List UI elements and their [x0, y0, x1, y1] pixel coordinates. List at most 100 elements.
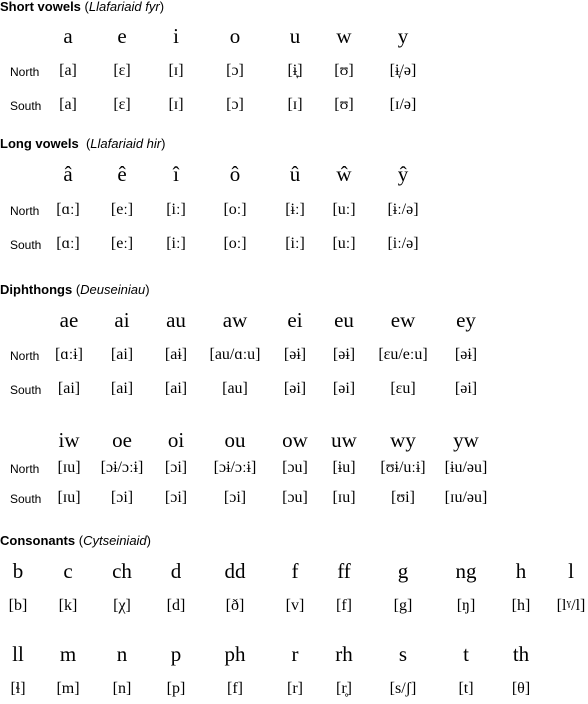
ipa-cell: [ɪ/ə]	[389, 96, 417, 113]
ipa-cell: [au]	[222, 380, 248, 397]
ipa-cell: [iː]	[166, 235, 186, 252]
consonants-heading: Consonants (Cytseiniaid)	[0, 533, 152, 548]
long-vowels-heading: Long vowels (Llafariaid hir)	[0, 136, 166, 151]
letter-cell: y	[397, 24, 409, 48]
ipa-cell: [r]	[287, 680, 303, 697]
ipa-cell: [t]	[458, 680, 474, 697]
ipa-cell: [eː]	[110, 201, 134, 218]
ipa-cell: [ɔi]	[223, 489, 247, 506]
ipa-cell: [əɨ]	[332, 346, 356, 363]
ipa-cell: [s/ʃ]	[389, 680, 417, 697]
ipa-cell: [ɨu]	[332, 459, 356, 476]
ipa-cell: [ɨː/ə]	[387, 201, 419, 218]
ipa-cell: [b]	[8, 597, 28, 614]
dialect-label: South	[10, 238, 42, 252]
ipa-cell: [ʊ]	[334, 62, 354, 79]
letter-cell: ch	[112, 559, 132, 583]
ipa-cell: [a]	[59, 62, 77, 79]
letter-cell: g	[397, 559, 409, 583]
letter-cell: î	[173, 162, 179, 186]
ipa-cell: [əi]	[332, 380, 356, 397]
letter-cell: ll	[12, 642, 24, 666]
letter-cell: e	[117, 24, 127, 48]
ipa-cell: [ai]	[164, 380, 188, 397]
letter-cell: ŷ	[397, 162, 409, 186]
ipa-cell: [ŋ]	[456, 597, 476, 614]
ipa-cell: [ɔi]	[110, 489, 134, 506]
letter-cell: l	[568, 559, 574, 583]
letter-cell: c	[63, 559, 73, 583]
ipa-cell: [oː]	[223, 201, 247, 218]
letter-cell: n	[116, 642, 128, 666]
letter-cell: ey	[456, 308, 476, 332]
letter-cell: iw	[58, 428, 80, 452]
ipa-cell: [f]	[336, 597, 352, 614]
ipa-cell: [əi]	[454, 380, 478, 397]
ipa-cell: [ɪu]	[332, 489, 356, 506]
ipa-cell: [ɨ̞/ə]	[389, 62, 417, 79]
ipa-cell: [ʊi]	[391, 489, 415, 506]
ipa-cell: [m]	[56, 680, 80, 697]
ipa-cell: [ð]	[225, 597, 245, 614]
letter-cell: ô	[229, 162, 241, 186]
section-subtitle: Llafariaid hir	[90, 136, 162, 151]
ipa-cell: [ɔ]	[226, 96, 244, 113]
ipa-cell: [ʊɨ/uːɨ]	[380, 459, 426, 476]
ipa-cell: [ɛu/eːu]	[378, 346, 428, 363]
ipa-cell: [k]	[58, 597, 78, 614]
letter-cell: ph	[224, 642, 246, 666]
letter-cell: h	[515, 559, 527, 583]
ipa-cell: [au/ɑːu]	[209, 346, 261, 363]
ipa-cell: [əi]	[283, 380, 307, 397]
ipa-cell: [ɛ]	[113, 96, 131, 113]
ipa-cell: [χ]	[113, 597, 131, 614]
ipa-cell: [ɪu/əu]	[444, 489, 488, 506]
section-title: Consonants	[0, 533, 76, 548]
dialect-label: South	[10, 383, 42, 397]
ipa-cell: [əɨ]	[454, 346, 478, 363]
letter-cell: ŵ	[336, 162, 352, 186]
letter-cell: dd	[224, 559, 246, 583]
ipa-cell: [ɔi]	[164, 489, 188, 506]
letter-cell: d	[170, 559, 182, 583]
ipa-cell: [h]	[511, 597, 531, 614]
letter-cell: o	[229, 24, 241, 48]
section-title: Long vowels	[0, 136, 79, 151]
ipa-cell: [ɪ]	[168, 96, 184, 113]
ipa-cell: [r̥]	[336, 680, 352, 697]
ipa-cell: [θ]	[511, 680, 531, 697]
ipa-cell: [ɔu]	[282, 489, 308, 506]
letter-cell: ou	[224, 428, 246, 452]
ipa-cell: [ɨu/əu]	[444, 459, 488, 476]
ipa-cell: [ai]	[110, 346, 134, 363]
ipa-cell: [ɔɨ/ɔːɨ]	[213, 459, 257, 476]
letter-cell: m	[59, 642, 77, 666]
letter-cell: t	[463, 642, 469, 666]
letter-cell: f	[291, 559, 299, 583]
letter-cell: rh	[335, 642, 353, 666]
letter-cell: th	[512, 642, 530, 666]
dialect-label: North	[10, 65, 40, 79]
letter-cell: yw	[453, 428, 479, 452]
letter-cell: aw	[222, 308, 248, 332]
letter-cell: u	[289, 24, 301, 48]
ipa-cell: [ɑːɨ]	[55, 346, 83, 363]
ipa-cell: [ɪu]	[57, 489, 81, 506]
letter-cell: ei	[287, 308, 303, 332]
letter-cell: û	[289, 162, 301, 186]
ipa-cell: [ɔ]	[226, 62, 244, 79]
dialect-label: South	[10, 99, 42, 113]
letter-cell: eu	[334, 308, 354, 332]
ipa-cell: [iː]	[285, 235, 305, 252]
letter-cell: i	[173, 24, 179, 48]
ipa-cell: [ɬ]	[10, 680, 26, 697]
letter-cell: w	[336, 24, 352, 48]
dialect-label: North	[10, 462, 40, 476]
ipa-cell: [d]	[166, 597, 186, 614]
letter-cell: oi	[167, 428, 185, 452]
ipa-cell: [aɨ]	[164, 346, 188, 363]
section-subtitle: Llafariaid fyr	[88, 0, 160, 14]
section-title: Diphthongs	[0, 282, 73, 297]
letter-cell: ew	[390, 308, 416, 332]
ipa-cell: [ʊ]	[334, 96, 354, 113]
